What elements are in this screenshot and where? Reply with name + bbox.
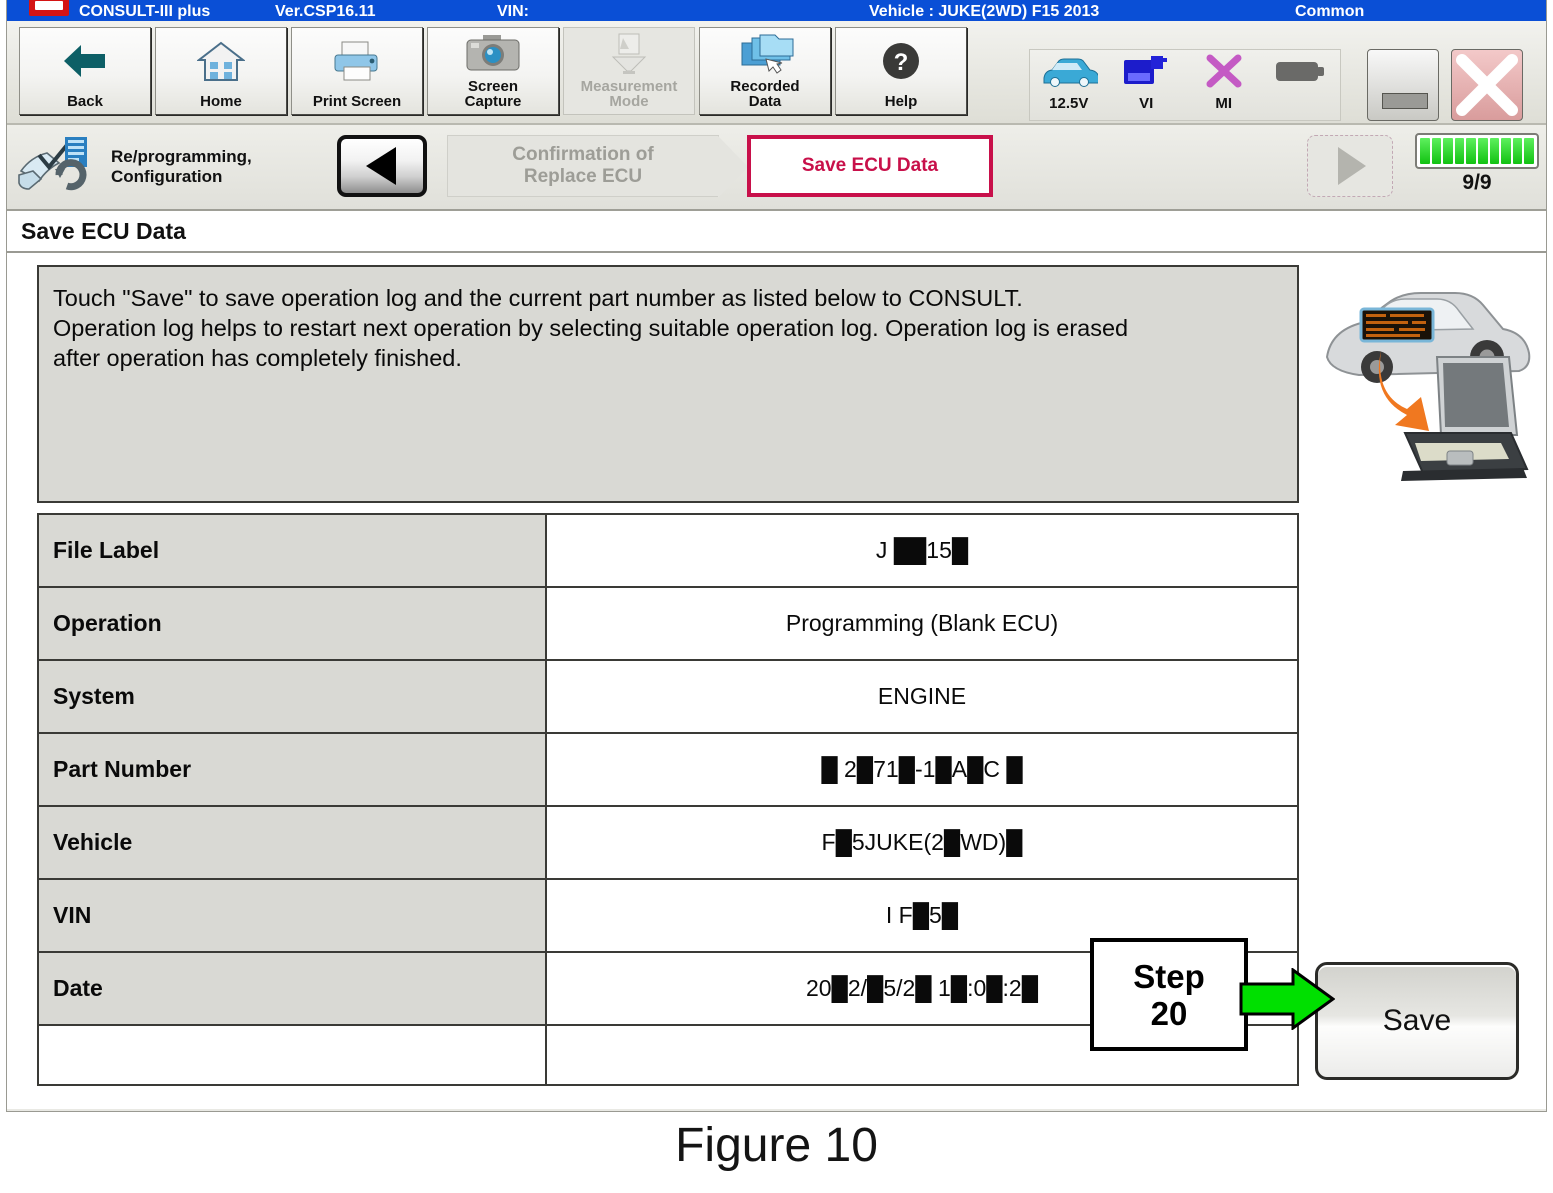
title-bar: CONSULT-III plus Ver.CSP16.11 VIN: Vehic… (7, 0, 1546, 21)
mode-label-line2: Configuration (111, 167, 223, 186)
instruction-line-3: after operation has completely finished. (53, 345, 462, 371)
vi-status-label: VI (1139, 95, 1154, 112)
home-icon (197, 28, 245, 94)
figure-caption: Figure 10 (675, 1119, 878, 1172)
row-key-vin: VIN (37, 878, 547, 953)
save-button-label: Save (1382, 1004, 1452, 1037)
mode-label-line1: Re/programming, (111, 147, 252, 166)
table-row: Part Number █ 2█71█-1█A█C █ (37, 732, 1299, 807)
progress-bar (1415, 133, 1539, 169)
status-indicator-cluster: 12.5V VI MI (1029, 49, 1341, 121)
row-key-system: System (37, 659, 547, 734)
home-button[interactable]: Home (155, 27, 287, 115)
row-key-file-label: File Label (37, 513, 547, 588)
workflow-progress: 9/9 (1415, 133, 1539, 195)
battery-voltage-status: 12.5V (1034, 54, 1104, 112)
nissan-logo-icon (29, 0, 69, 16)
breadcrumb-prev-line2: Replace ECU (523, 166, 643, 187)
workflow-mode-indicator: Re/programming, Configuration (15, 131, 315, 203)
breadcrumb-current-label: Save ECU Data (801, 155, 939, 176)
instruction-line-2: Operation log helps to restart next oper… (53, 315, 1129, 341)
row-value-operation: Programming (Blank ECU) (545, 586, 1299, 661)
empty-cell-left (37, 1024, 547, 1086)
page-title: Save ECU Data (7, 211, 1546, 253)
measurement-icon (607, 28, 651, 79)
camera-icon (465, 28, 521, 79)
left-triangle-icon (366, 147, 396, 185)
workflow-navigation-bar: Re/programming, Configuration Confirmati… (7, 125, 1546, 211)
workflow-forward-button[interactable] (1307, 135, 1393, 197)
app-version-label: Ver.CSP16.11 (275, 3, 376, 20)
row-value-part-number: █ 2█71█-1█A█C █ (545, 732, 1299, 807)
titlebar-mode-label: Common (1295, 3, 1365, 20)
measurement-mode-label-line2: Mode (609, 93, 649, 110)
green-right-arrow-icon (1239, 967, 1336, 1031)
help-button-label: Help (884, 93, 918, 110)
car-icon (1043, 58, 1100, 87)
back-button[interactable]: Back (19, 27, 151, 115)
row-value-system: ENGINE (545, 659, 1299, 734)
print-screen-button-label: Print Screen (312, 93, 402, 110)
measurement-mode-button[interactable]: Measurement Mode (563, 27, 695, 115)
reprogramming-icon (18, 137, 87, 191)
row-value-file-label: J ██15█ (545, 513, 1299, 588)
screen-capture-button[interactable]: Screen Capture (427, 27, 559, 115)
help-button[interactable]: ? Help (835, 27, 967, 115)
table-row: Operation Programming (Blank ECU) (37, 586, 1299, 661)
back-arrow-icon (61, 28, 109, 94)
battery-voltage-label: 12.5V (1049, 95, 1089, 112)
row-key-part-number: Part Number (37, 732, 547, 807)
mi-status: MI (1189, 54, 1259, 112)
main-toolbar: Back Home Print Screen Screen Capture Me… (7, 21, 1546, 125)
instruction-line-1: Touch "Save" to save operation log and t… (53, 285, 1023, 311)
question-mark-icon: ? (880, 28, 922, 94)
app-name-label: CONSULT-III plus (79, 3, 211, 20)
vi-status: VI (1111, 54, 1181, 112)
print-screen-button[interactable]: Print Screen (291, 27, 423, 115)
save-button[interactable]: Save (1315, 962, 1519, 1080)
workflow-back-button[interactable] (337, 135, 427, 197)
right-triangle-icon (1338, 147, 1366, 185)
row-key-operation: Operation (37, 586, 547, 661)
home-button-label: Home (200, 93, 242, 110)
breadcrumb-save-ecu-data[interactable]: Save ECU Data (747, 135, 993, 197)
step-callout-line2: 20 (1150, 994, 1188, 1032)
battery-status (1266, 54, 1336, 95)
row-key-date: Date (37, 951, 547, 1026)
printer-icon (330, 28, 384, 94)
titlebar-vin-label: VIN: (497, 3, 529, 20)
car-to-laptop-data-transfer-illustration (1319, 265, 1535, 503)
row-value-vehicle: F█5JUKE(2█WD)█ (545, 805, 1299, 880)
back-button-label: Back (67, 93, 103, 110)
consult-application-window: CONSULT-III plus Ver.CSP16.11 VIN: Vehic… (6, 0, 1547, 1112)
titlebar-vehicle-label: Vehicle : JUKE(2WD) F15 2013 (869, 3, 1100, 20)
recorded-data-button[interactable]: Recorded Data (699, 27, 831, 115)
instruction-panel: Touch "Save" to save operation log and t… (37, 265, 1299, 503)
step-callout-line1: Step (1133, 957, 1205, 995)
row-key-vehicle: Vehicle (37, 805, 547, 880)
vehicle-interface-icon (1124, 56, 1168, 84)
recorded-data-label-line2: Data (748, 93, 782, 110)
screenshot-root: CONSULT-III plus Ver.CSP16.11 VIN: Vehic… (0, 0, 1553, 1193)
table-row: System ENGINE (37, 659, 1299, 734)
measurement-interface-x-icon (1206, 54, 1242, 88)
table-row: Vehicle F█5JUKE(2█WD)█ (37, 805, 1299, 880)
mi-status-label: MI (1215, 95, 1233, 112)
close-x-icon (1456, 54, 1518, 116)
close-button[interactable] (1451, 49, 1523, 121)
battery-icon (1276, 62, 1325, 81)
step-callout: Step 20 (1090, 938, 1248, 1051)
table-row: File Label J ██15█ (37, 513, 1299, 588)
svg-text:?: ? (894, 49, 909, 76)
progress-step-counter: 9/9 (1462, 171, 1492, 194)
breadcrumb-prev-line1: Confirmation of (512, 144, 654, 165)
screen-capture-label-line2: Capture (464, 93, 522, 110)
folders-icon (736, 28, 794, 79)
minimize-button[interactable] (1367, 49, 1439, 121)
breadcrumb-confirmation-of-replace-ecu[interactable]: Confirmation of Replace ECU (447, 135, 748, 198)
